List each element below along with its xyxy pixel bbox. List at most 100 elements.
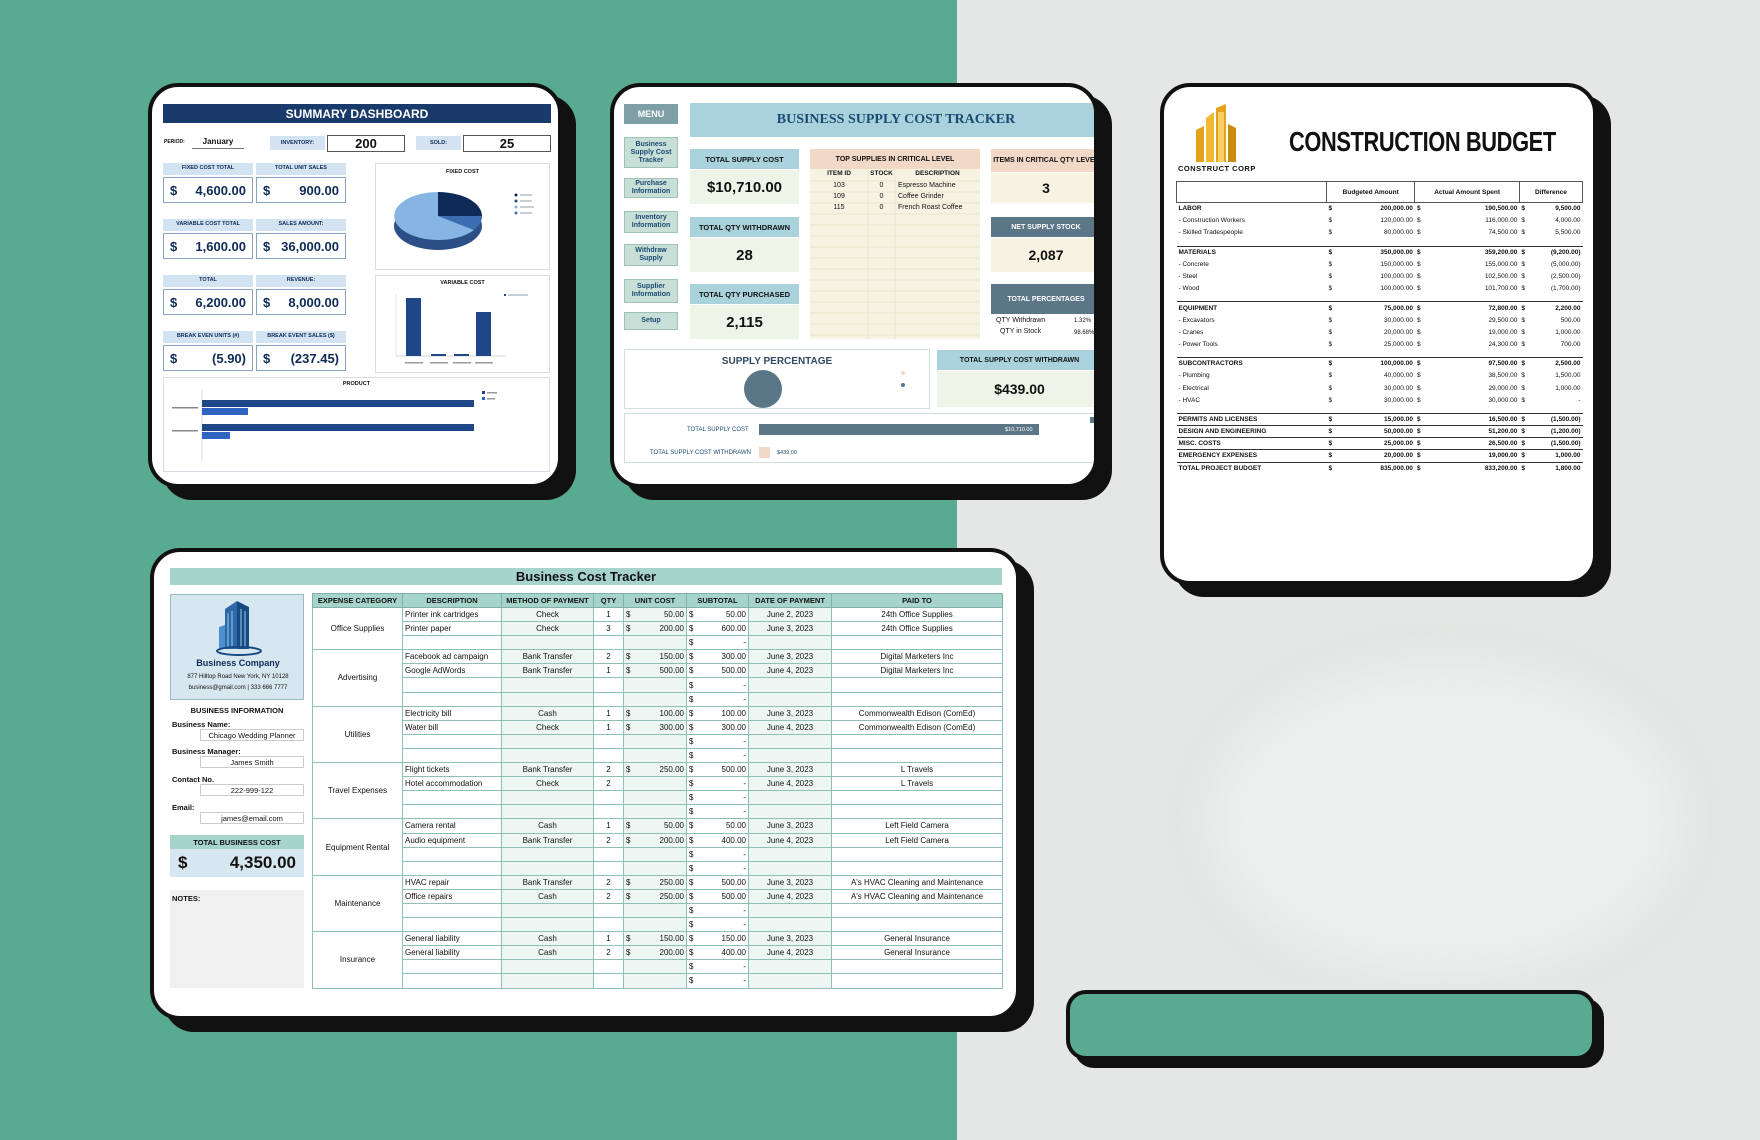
- expense-description[interactable]: Printer ink cartridges: [402, 606, 502, 623]
- menu-item[interactable]: Business Supply Cost Tracker: [624, 137, 678, 168]
- quantity[interactable]: [593, 804, 624, 820]
- business-manager-field[interactable]: James Smith: [200, 756, 304, 768]
- construction-budget-card[interactable]: CONSTRUCT CORP CONSTRUCTION BUDGET Budge…: [1160, 83, 1597, 585]
- unit-cost[interactable]: $: [623, 747, 687, 764]
- paid-to[interactable]: A's HVAC Cleaning and Maintenance: [831, 888, 1003, 904]
- quantity[interactable]: 1: [593, 663, 624, 679]
- table-row[interactable]: Advertising Facebook ad campaign Bank Tran…: [312, 649, 1003, 707]
- expense-description[interactable]: Office repairs: [402, 888, 502, 904]
- unit-cost[interactable]: $: [623, 691, 687, 707]
- period-field[interactable]: January: [192, 135, 244, 149]
- subtotal[interactable]: $150.00: [686, 931, 749, 947]
- payment-date[interactable]: [748, 747, 832, 764]
- table-row[interactable]: Insurance General liability Cash 1 $150.00 $1…: [312, 931, 1003, 989]
- payment-method[interactable]: Check: [501, 606, 594, 623]
- expense-description[interactable]: General liability: [402, 931, 502, 947]
- payment-method[interactable]: [501, 691, 594, 707]
- payment-method[interactable]: Cash: [501, 818, 594, 834]
- quantity[interactable]: 2: [593, 888, 624, 904]
- subtotal[interactable]: $ -: [686, 959, 749, 975]
- paid-to[interactable]: L Travels: [831, 776, 1003, 792]
- table-row[interactable]: Maintenance HVAC repair Bank Transfer 2 $250…: [312, 874, 1003, 933]
- unit-cost[interactable]: $: [623, 846, 687, 862]
- payment-date[interactable]: [748, 860, 832, 876]
- paid-to[interactable]: [831, 691, 1003, 707]
- payment-date[interactable]: June 4, 2023: [748, 888, 832, 904]
- payment-method[interactable]: [501, 902, 594, 919]
- quantity[interactable]: 2: [593, 945, 624, 961]
- menu-item[interactable]: Setup: [624, 312, 678, 330]
- quantity[interactable]: 1: [593, 719, 624, 735]
- expense-description[interactable]: [402, 733, 502, 749]
- subtotal[interactable]: $ -: [686, 846, 749, 862]
- subtotal[interactable]: $400.00: [686, 945, 749, 961]
- payment-method[interactable]: [501, 790, 594, 806]
- paid-to[interactable]: Commonwealth Edison (ComEd): [831, 705, 1003, 721]
- payment-method[interactable]: Check: [501, 719, 594, 735]
- quantity[interactable]: 2: [593, 776, 624, 792]
- payment-method[interactable]: [501, 860, 594, 876]
- table-row[interactable]: General liability Cash 2 $200.00 $400.00 June…: [313, 945, 1003, 961]
- payment-date[interactable]: June 4, 2023: [748, 719, 832, 735]
- payment-method[interactable]: [501, 973, 594, 989]
- table-row[interactable]: $$-: [313, 860, 1003, 876]
- unit-cost[interactable]: $: [623, 917, 687, 933]
- subtotal[interactable]: $400.00: [686, 832, 749, 848]
- payment-date[interactable]: June 3, 2023: [748, 649, 832, 665]
- payment-date[interactable]: June 2, 2023: [748, 606, 832, 623]
- quantity[interactable]: 3: [593, 621, 624, 637]
- subtotal[interactable]: $ -: [686, 790, 749, 806]
- paid-to[interactable]: Commonwealth Edison (ComEd): [831, 719, 1003, 735]
- subtotal[interactable]: $100.00: [686, 705, 749, 721]
- quantity[interactable]: 2: [593, 649, 624, 665]
- subtotal[interactable]: $ -: [686, 860, 749, 876]
- payment-method[interactable]: [501, 747, 594, 764]
- table-row[interactable]: Equipment Rental Camera rental Cash 1 $50.00…: [312, 818, 1003, 876]
- expense-description[interactable]: [402, 846, 502, 862]
- table-row[interactable]: $$-: [313, 691, 1003, 707]
- payment-date[interactable]: [748, 635, 832, 651]
- payment-date[interactable]: [748, 973, 832, 989]
- payment-date[interactable]: June 4, 2023: [748, 832, 832, 848]
- menu-button[interactable]: MENU: [624, 104, 678, 124]
- quantity[interactable]: [593, 902, 624, 919]
- expense-description[interactable]: [402, 691, 502, 707]
- menu-item[interactable]: Withdraw Supply: [624, 244, 678, 266]
- unit-cost[interactable]: $: [623, 733, 687, 749]
- subtotal[interactable]: $ -: [686, 747, 749, 764]
- paid-to[interactable]: Digital Marketers Inc: [831, 663, 1003, 679]
- unit-cost[interactable]: $250.00: [623, 874, 687, 890]
- payment-method[interactable]: [501, 917, 594, 933]
- expense-description[interactable]: Audio equipment: [402, 832, 502, 848]
- paid-to[interactable]: [831, 635, 1003, 651]
- unit-cost[interactable]: $200.00: [623, 945, 687, 961]
- paid-to[interactable]: [831, 902, 1003, 919]
- subtotal[interactable]: $300.00: [686, 649, 749, 665]
- quantity[interactable]: [593, 691, 624, 707]
- subtotal[interactable]: $ -: [686, 691, 749, 707]
- unit-cost[interactable]: $200.00: [623, 832, 687, 848]
- expense-description[interactable]: Hotel accommodation: [402, 776, 502, 792]
- unit-cost[interactable]: $250.00: [623, 762, 687, 778]
- expense-description[interactable]: [402, 973, 502, 989]
- quantity[interactable]: [593, 917, 624, 933]
- table-row[interactable]: Travel Expenses Flight tickets Bank Transf…: [312, 762, 1003, 820]
- subtotal[interactable]: $500.00: [686, 663, 749, 679]
- expense-description[interactable]: Flight tickets: [402, 762, 502, 778]
- unit-cost[interactable]: $200.00: [623, 621, 687, 637]
- unit-cost[interactable]: $50.00: [623, 818, 687, 834]
- table-row[interactable]: $$-: [313, 973, 1003, 989]
- expense-description[interactable]: HVAC repair: [402, 874, 502, 890]
- subtotal[interactable]: $ -: [686, 902, 749, 919]
- payment-date[interactable]: June 4, 2023: [748, 776, 832, 792]
- expense-description[interactable]: [402, 747, 502, 764]
- subtotal[interactable]: $50.00: [686, 818, 749, 834]
- paid-to[interactable]: [831, 677, 1003, 693]
- table-row[interactable]: Utilities Electricity bill Cash 1 $100.00 $10…: [312, 705, 1003, 764]
- unit-cost[interactable]: $: [623, 804, 687, 820]
- sold-field[interactable]: 25: [463, 135, 551, 152]
- quantity[interactable]: [593, 635, 624, 651]
- paid-to[interactable]: General Insurance: [831, 931, 1003, 947]
- payment-method[interactable]: [501, 804, 594, 820]
- paid-to[interactable]: [831, 790, 1003, 806]
